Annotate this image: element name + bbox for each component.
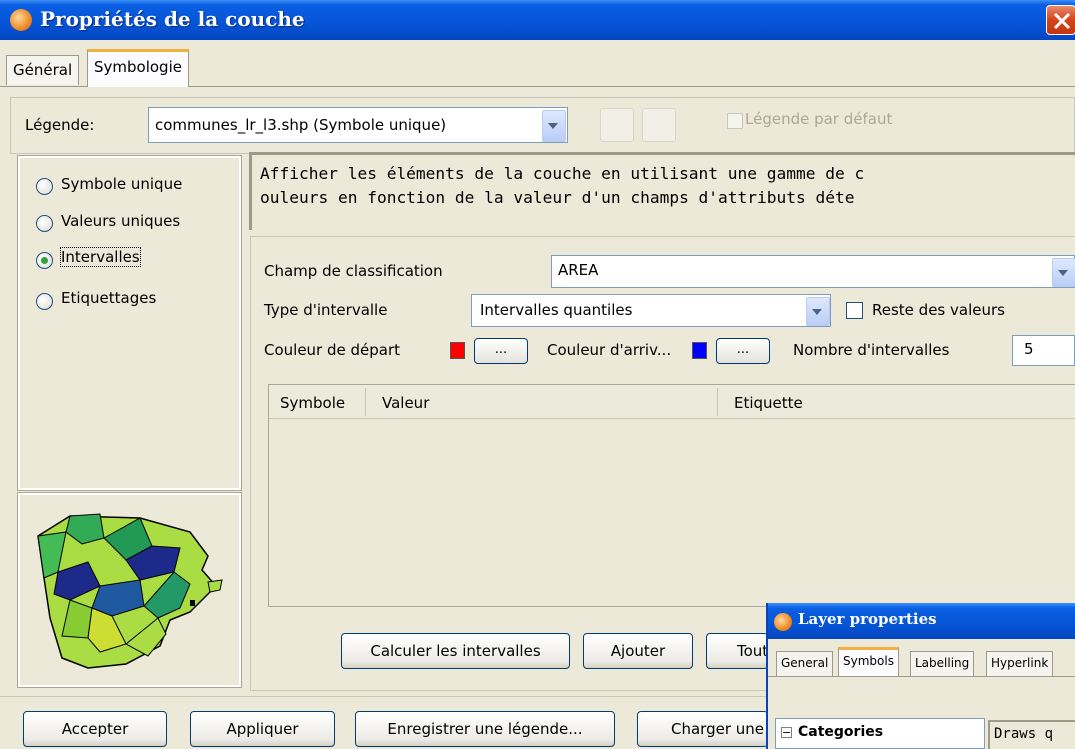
start-color-button[interactable]: ... bbox=[474, 338, 528, 364]
legend-description: Afficher les éléments de la couche en ut… bbox=[249, 152, 1075, 230]
radio-valeurs-uniques[interactable] bbox=[36, 215, 53, 232]
interval-type-value: Intervalles quantiles bbox=[480, 301, 633, 319]
interval-type-label: Type d'intervalle bbox=[264, 301, 388, 319]
legend-save-button[interactable] bbox=[600, 108, 634, 142]
interval-count-input[interactable] bbox=[1012, 335, 1075, 366]
legend-select-value: communes_lr_l3.shp (Symbole unique) bbox=[155, 116, 447, 134]
overlay-tab-symbols[interactable]: Symbols bbox=[838, 647, 899, 677]
radio-label-etiquettages[interactable]: Etiquettages bbox=[61, 289, 156, 307]
start-color-label: Couleur de départ bbox=[264, 341, 401, 359]
window-title: Propriétés de la couche bbox=[40, 7, 305, 31]
legend-label: Légende: bbox=[25, 116, 95, 134]
rest-values-checkbox[interactable] bbox=[846, 302, 863, 319]
legend-dropdown-button[interactable] bbox=[542, 110, 566, 142]
column-valeur[interactable]: Valeur bbox=[382, 394, 429, 412]
end-color-swatch bbox=[692, 342, 707, 359]
interval-count-label: Nombre d'intervalles bbox=[793, 341, 950, 359]
tab-symbologie[interactable]: Symbologie bbox=[87, 49, 189, 87]
column-separator bbox=[717, 388, 718, 416]
radio-symbole-unique[interactable] bbox=[36, 178, 53, 195]
close-button[interactable] bbox=[1046, 5, 1075, 35]
load-legend-button[interactable]: Charger une bbox=[637, 711, 768, 747]
compute-intervals-button[interactable]: Calculer les intervalles bbox=[341, 633, 570, 669]
end-color-button[interactable]: ... bbox=[716, 338, 770, 364]
field-label: Champ de classification bbox=[264, 262, 443, 280]
app-icon bbox=[10, 9, 32, 31]
column-etiquette[interactable]: Etiquette bbox=[734, 394, 803, 412]
overlay-app-icon bbox=[774, 613, 792, 631]
start-color-swatch bbox=[450, 342, 465, 359]
radio-etiquettages[interactable] bbox=[36, 293, 53, 310]
overlay-tab-divider bbox=[768, 676, 1075, 677]
column-symbole[interactable]: Symbole bbox=[280, 394, 345, 412]
interval-count-value: 5 bbox=[1024, 340, 1034, 358]
overlay-tab-labelling[interactable]: Labelling bbox=[910, 651, 975, 676]
description-line-1: Afficher les éléments de la couche en ut… bbox=[260, 164, 865, 183]
radio-label-symbole-unique[interactable]: Symbole unique bbox=[61, 175, 182, 193]
tree-item-categories[interactable]: Categories bbox=[798, 724, 883, 740]
save-legend-button[interactable]: Enregistrer une légende... bbox=[355, 711, 615, 747]
overlay-tab-hyperlink[interactable]: Hyperlink bbox=[986, 651, 1054, 676]
legend-type-list bbox=[17, 155, 242, 491]
legend-load-button[interactable] bbox=[642, 108, 676, 142]
overlay-window-title: Layer properties bbox=[798, 610, 937, 628]
default-legend-checkbox[interactable] bbox=[727, 113, 743, 129]
add-button[interactable]: Ajouter bbox=[583, 633, 693, 669]
radio-label-valeurs-uniques[interactable]: Valeurs uniques bbox=[61, 212, 180, 230]
radio-label-intervalles[interactable]: Intervalles bbox=[60, 247, 141, 267]
overlay-description: Draws q bbox=[988, 720, 1075, 749]
field-dropdown-button[interactable] bbox=[1052, 258, 1075, 287]
classification-field-select[interactable] bbox=[551, 255, 1075, 288]
accept-button[interactable]: Accepter bbox=[23, 711, 167, 747]
description-line-2: ouleurs en fonction de la valeur d'un ch… bbox=[260, 188, 855, 207]
column-separator bbox=[365, 388, 366, 416]
default-legend-label: Légende par défaut bbox=[745, 110, 893, 128]
radio-intervalles[interactable] bbox=[36, 252, 53, 269]
tab-general[interactable]: Général bbox=[6, 55, 80, 85]
classification-field-value: AREA bbox=[558, 261, 599, 279]
overlay-tab-general[interactable]: General bbox=[776, 651, 834, 676]
all-button[interactable]: Tout bbox=[706, 633, 768, 669]
apply-button[interactable]: Appliquer bbox=[190, 711, 335, 747]
interval-type-dropdown-button[interactable] bbox=[806, 297, 830, 326]
map-preview-image bbox=[37, 513, 223, 669]
rest-values-label: Reste des valeurs bbox=[872, 301, 1005, 319]
close-icon bbox=[1053, 12, 1071, 30]
end-color-label: Couleur d'arriv... bbox=[547, 341, 672, 359]
collapse-icon[interactable]: − bbox=[781, 727, 792, 738]
